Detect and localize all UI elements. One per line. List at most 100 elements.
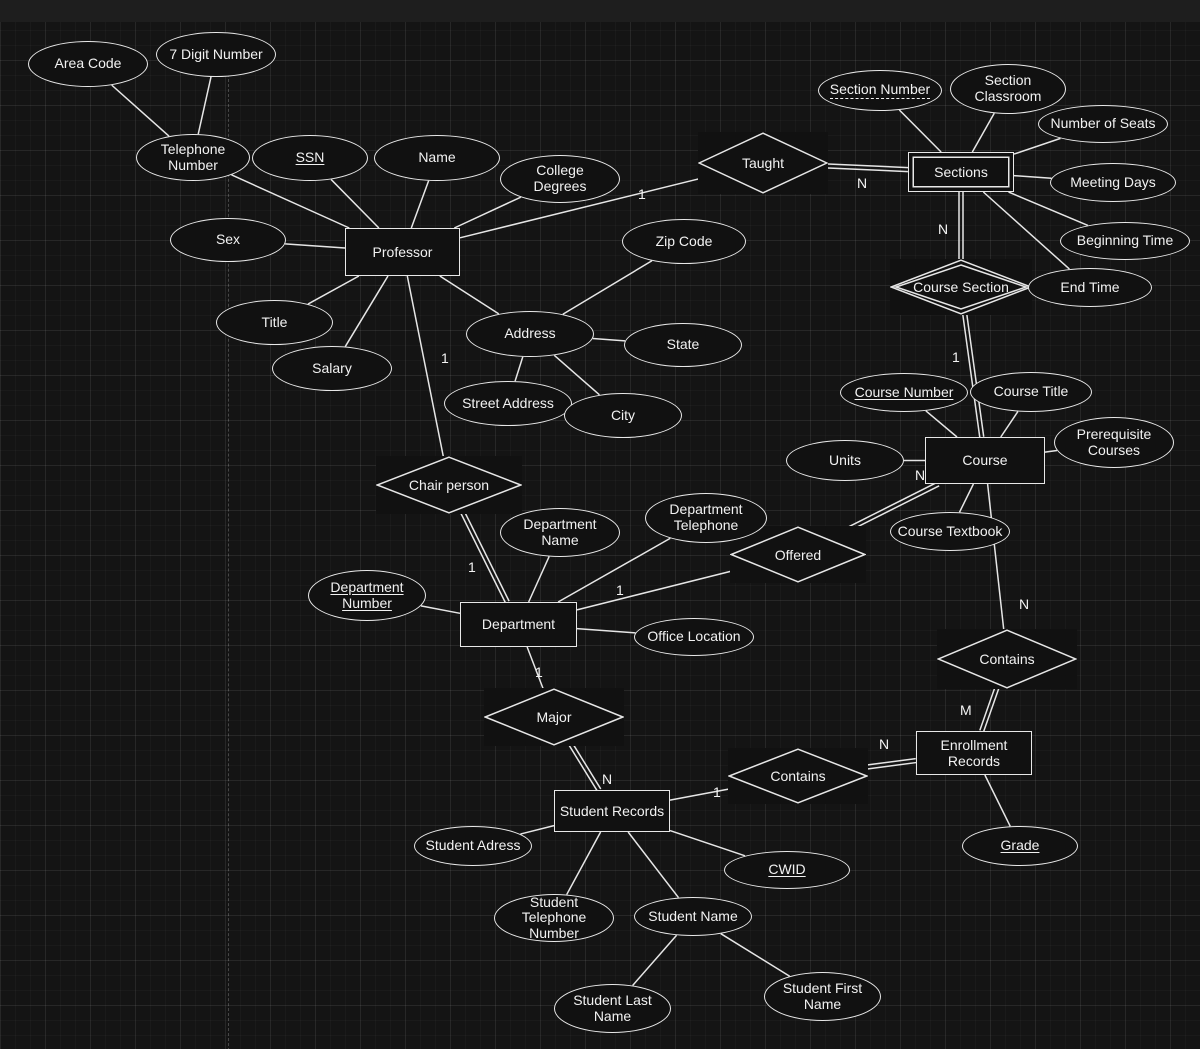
course_title-label: Course Title (993, 383, 1069, 400)
beginning_time-label: Beginning Time (1076, 232, 1174, 249)
cardinality-card-taught-prof: 1 (638, 186, 646, 202)
student_records-label: Student Records (559, 802, 665, 819)
sections-label: Sections (934, 163, 988, 180)
college_degrees-label: College Degrees (533, 162, 587, 194)
attribute-address[interactable]: Address (466, 311, 594, 357)
enrollment_records-label: Enrollment Records (940, 736, 1008, 769)
relationship-course_section[interactable]: Course Section (890, 259, 1032, 315)
cardinality-card-contains-course: N (1019, 596, 1030, 612)
professor-label: Professor (372, 243, 433, 260)
zip_code-label: Zip Code (655, 232, 713, 249)
chair_person-label: Chair person (408, 477, 490, 493)
course_textbook-label: Course Textbook (897, 522, 1003, 539)
attribute-course_textbook[interactable]: Course Textbook (890, 512, 1010, 551)
department_telephone-label: Department Telephone (669, 501, 743, 533)
name-label: Name (418, 149, 456, 166)
attribute-section_classroom[interactable]: Section Classroom (950, 64, 1066, 114)
cardinality-card-coursesection-sections: N (938, 221, 949, 237)
student_adress-label: Student Adress (425, 837, 521, 854)
salary-label: Salary (312, 359, 352, 376)
attribute-cwid[interactable]: CWID (724, 851, 850, 889)
entity-department[interactable]: Department (460, 602, 577, 647)
section_classroom-label: Section Classroom (974, 72, 1042, 104)
relationship-major[interactable]: Major (484, 688, 624, 746)
student_first_name-label: Student First Name (782, 979, 863, 1012)
attribute-course_number[interactable]: Course Number (840, 373, 968, 412)
entity-student_records[interactable]: Student Records (554, 790, 670, 832)
course-label: Course (962, 452, 1008, 469)
course_number-label: Course Number (854, 383, 954, 400)
title-label: Title (261, 313, 288, 330)
office_location-label: Office Location (647, 628, 741, 645)
entity-sections[interactable]: Sections (908, 152, 1014, 192)
attribute-college_degrees[interactable]: College Degrees (500, 155, 620, 203)
er-diagram-app: Professor Sections Course Department Student… (0, 0, 1200, 1049)
grade-label: Grade (1000, 837, 1040, 854)
attribute-seven_digit_number[interactable]: 7 Digit Number (156, 32, 276, 77)
student_last_name-label: Student Last Name (573, 991, 652, 1024)
relationship-taught[interactable]: Taught (698, 132, 828, 194)
attribute-student_first_name[interactable]: Student First Name (764, 972, 881, 1021)
course_section-label: Course Section (913, 279, 1009, 295)
city-label: City (610, 406, 636, 423)
cwid-label: CWID (768, 861, 806, 878)
area_code-label: Area Code (54, 55, 122, 72)
department_name-label: Department Name (523, 515, 597, 548)
attribute-name[interactable]: Name (374, 135, 500, 181)
relationship-contains_student[interactable]: Contains (728, 748, 868, 804)
attribute-telephone_number[interactable]: Telephone Number (136, 134, 250, 181)
attribute-department_telephone[interactable]: Department Telephone (645, 493, 767, 543)
attribute-end_time[interactable]: End Time (1028, 268, 1152, 307)
attribute-student_adress[interactable]: Student Adress (414, 826, 532, 866)
attribute-title[interactable]: Title (216, 300, 333, 345)
entity-professor[interactable]: Professor (345, 228, 460, 276)
attribute-city[interactable]: City (564, 393, 682, 438)
state-label: State (666, 336, 700, 353)
contains_student-label: Contains (770, 768, 826, 784)
attribute-state[interactable]: State (624, 323, 742, 367)
attribute-beginning_time[interactable]: Beginning Time (1060, 222, 1190, 260)
attribute-student_name[interactable]: Student Name (634, 897, 752, 936)
attribute-number_of_seats[interactable]: Number of Seats (1038, 105, 1168, 143)
cardinality-card-coursesection-course: 1 (952, 349, 960, 365)
end_time-label: End Time (1060, 278, 1120, 295)
cardinality-card-offered-dept: 1 (616, 582, 624, 598)
taught-label: Taught (741, 155, 785, 171)
contains_course-label: Contains (979, 651, 1035, 667)
attribute-zip_code[interactable]: Zip Code (622, 219, 746, 264)
attribute-meeting_days[interactable]: Meeting Days (1050, 163, 1176, 202)
attribute-sex[interactable]: Sex (170, 218, 286, 262)
number_of_seats-label: Number of Seats (1050, 115, 1156, 132)
relationship-contains_course[interactable]: Contains (937, 629, 1077, 689)
vertical-guide-line (228, 44, 229, 1049)
attribute-salary[interactable]: Salary (272, 346, 392, 391)
attribute-section_number[interactable]: Section Number (818, 70, 942, 111)
units-label: Units (829, 451, 861, 468)
entity-enrollment_records[interactable]: Enrollment Records (916, 731, 1032, 775)
major-label: Major (536, 709, 572, 725)
attribute-department_number[interactable]: Department Number (308, 570, 426, 621)
ssn-label: SSN (295, 149, 325, 166)
attribute-units[interactable]: Units (786, 440, 904, 481)
entity-course[interactable]: Course (925, 437, 1045, 484)
attribute-grade[interactable]: Grade (962, 826, 1078, 866)
telephone_number-label: Telephone Number (160, 140, 226, 173)
attribute-student_telephone_number[interactable]: Student Telephone Number (494, 894, 614, 942)
cardinality-card-taught-sections: N (857, 175, 868, 191)
attribute-department_name[interactable]: Department Name (500, 508, 620, 557)
attribute-ssn[interactable]: SSN (252, 135, 368, 181)
cardinality-card-chair-prof: 1 (441, 350, 449, 366)
student_name-label: Student Name (648, 907, 738, 924)
prerequisite_courses-label: Prerequisite Courses (1076, 425, 1152, 458)
offered-label: Offered (774, 546, 822, 563)
cardinality-card-offered-course: N (915, 467, 926, 483)
relationship-chair_person[interactable]: Chair person (376, 456, 522, 514)
cardinality-card-contains-enroll2: N (879, 736, 890, 752)
attribute-course_title[interactable]: Course Title (970, 372, 1092, 412)
cardinality-card-contains-enroll: M (960, 702, 972, 718)
attribute-area_code[interactable]: Area Code (28, 41, 148, 87)
attribute-student_last_name[interactable]: Student Last Name (554, 984, 671, 1033)
attribute-prerequisite_courses[interactable]: Prerequisite Courses (1054, 417, 1174, 468)
attribute-office_location[interactable]: Office Location (634, 618, 754, 656)
attribute-street_address[interactable]: Street Address (444, 381, 572, 426)
